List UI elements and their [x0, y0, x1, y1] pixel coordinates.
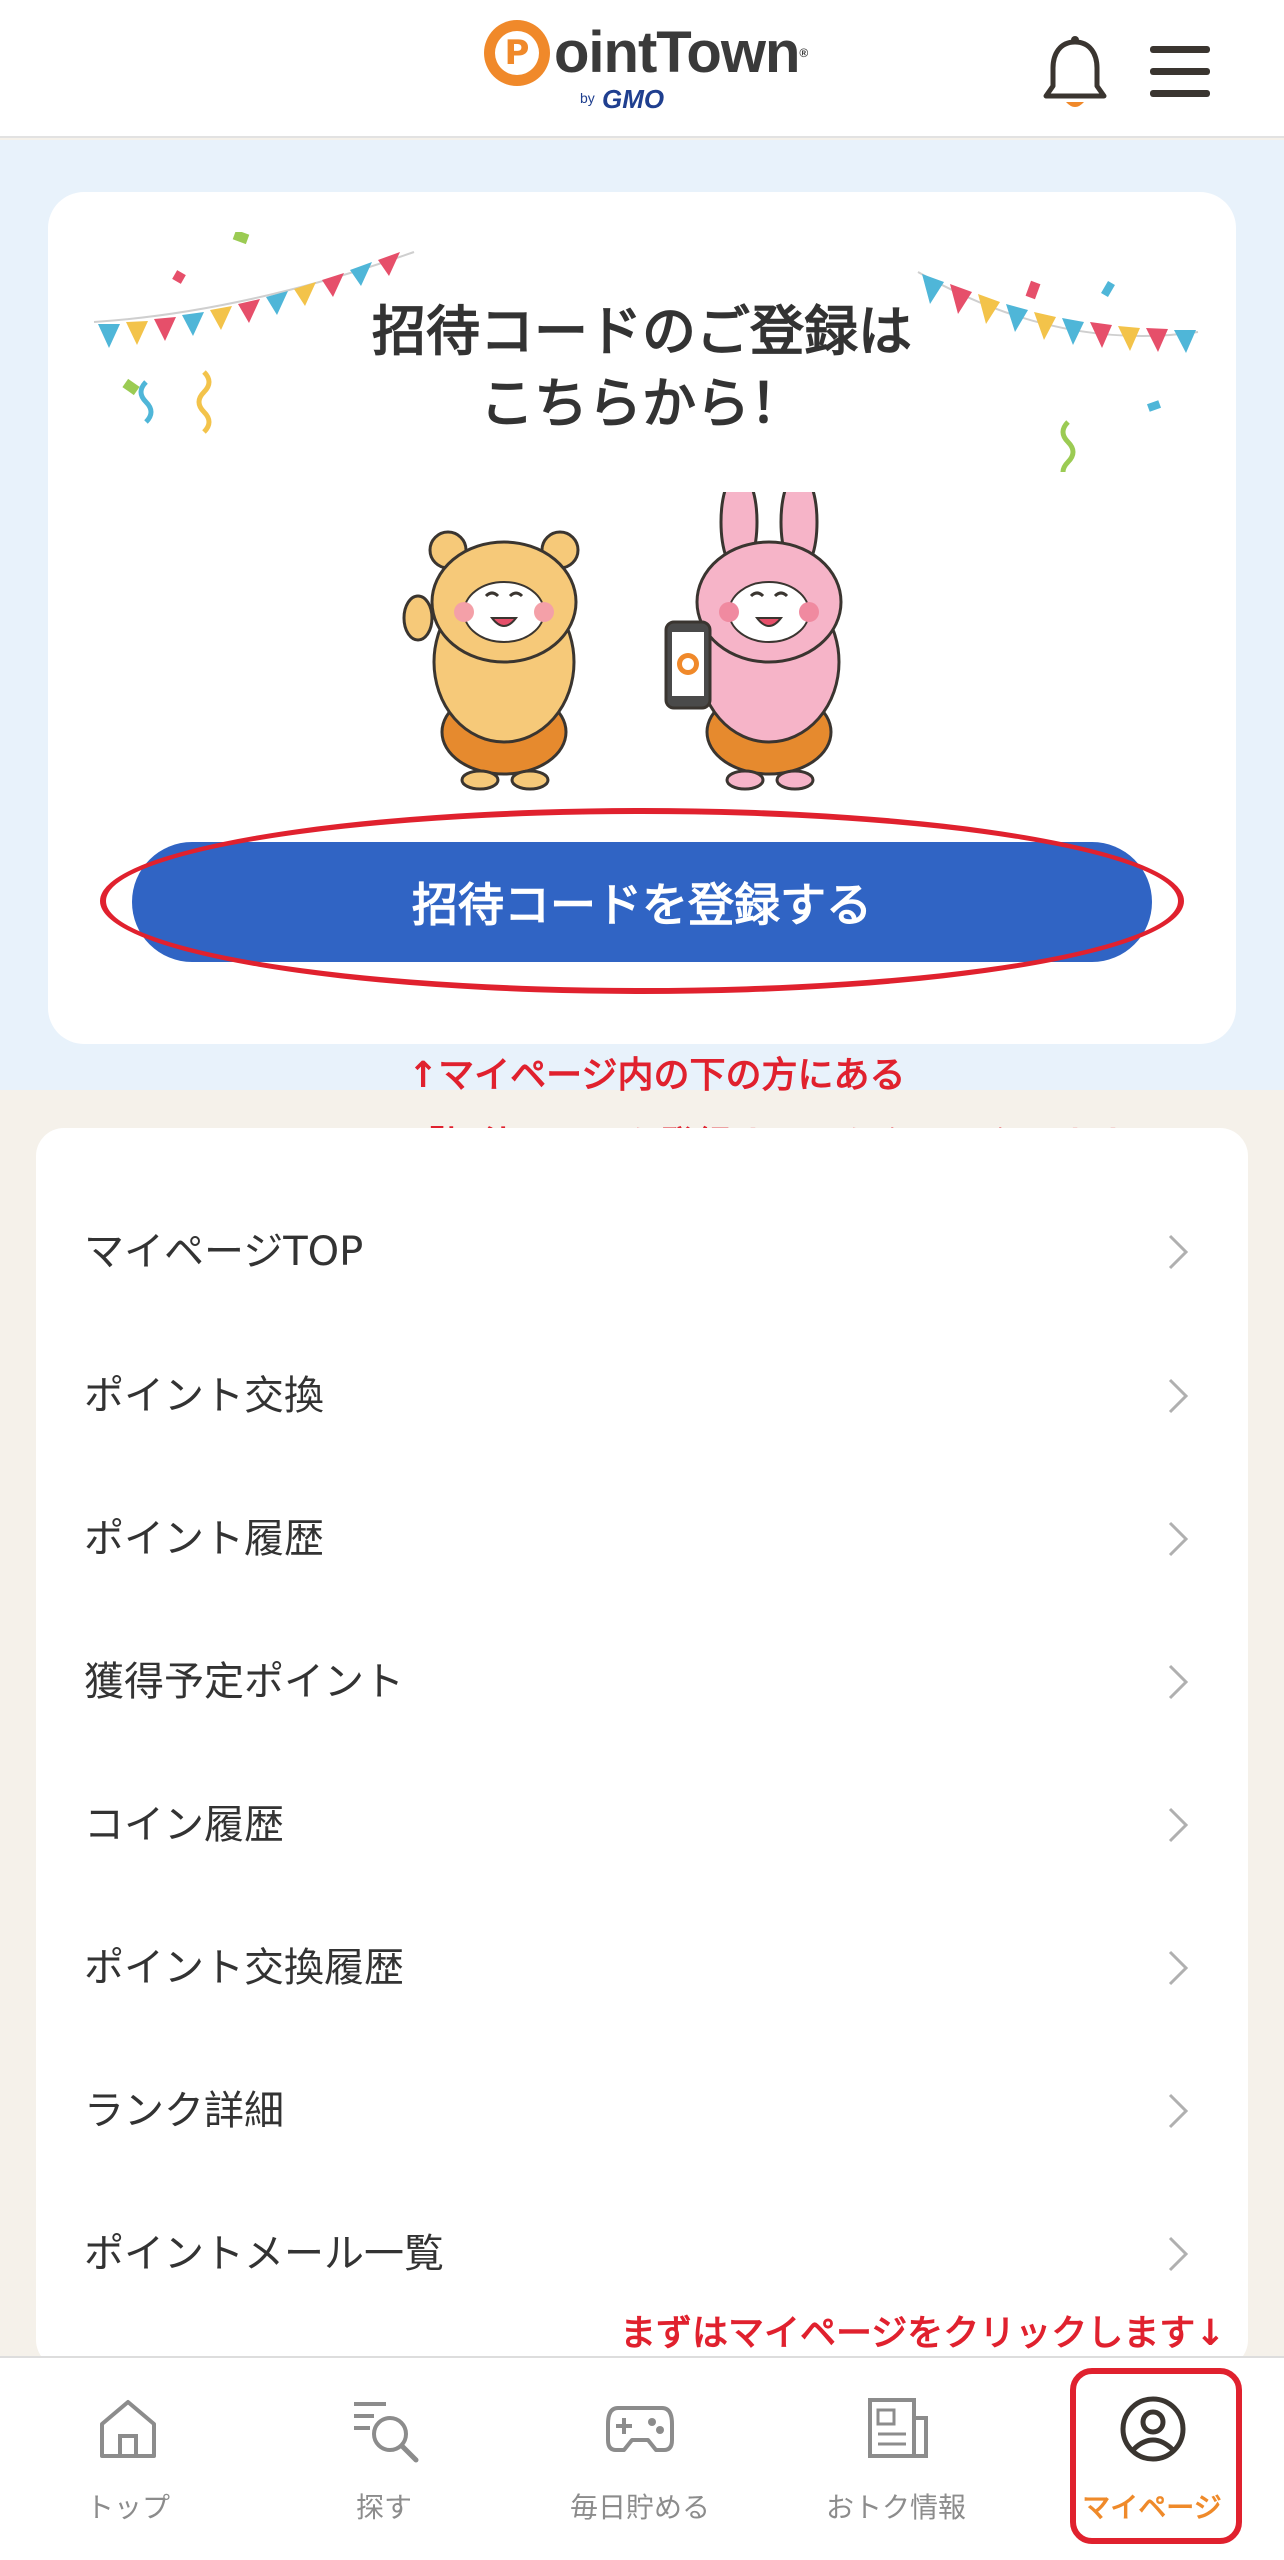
bell-icon[interactable] [1040, 34, 1110, 114]
menu-item-label: ポイントメール一覧 [84, 2231, 444, 2277]
logo-p-mark: P [484, 20, 550, 86]
home-icon [100, 2400, 156, 2458]
nav-item-search[interactable]: 探す [256, 2358, 512, 2560]
menu-item-label: ポイント履歴 [84, 1516, 324, 1562]
menu-item-label: コイン履歴 [84, 1802, 284, 1848]
newspaper-icon [868, 2398, 928, 2458]
chevron-right-icon [1168, 2093, 1189, 2129]
menu-item-point-exchange[interactable]: ポイント交換 [36, 1324, 1248, 1468]
bear-mascot [402, 530, 580, 791]
highlight-register-button-annotation [100, 808, 1184, 994]
invite-title-line1: 招待コードのご登録は [372, 300, 912, 363]
menu-item-label: 獲得予定ポイント [84, 1659, 404, 1705]
menu-item-mypage-top[interactable]: マイページTOP [36, 1180, 1248, 1324]
logo-by-text: by [580, 90, 595, 106]
chevron-right-icon [1168, 2236, 1189, 2272]
nav-label: トップ [85, 2491, 170, 2524]
menu-item-pending-points[interactable]: 獲得予定ポイント [36, 1610, 1248, 1754]
chevron-right-icon [1168, 1378, 1189, 1414]
logo-gmo-text: GMO [602, 84, 665, 114]
chevron-right-icon [1168, 1664, 1189, 1700]
pointtown-logo[interactable]: P ointTown® by GMO [480, 16, 810, 120]
menu-item-point-history[interactable]: ポイント履歴 [36, 1467, 1248, 1611]
nav-label: 探す [355, 2491, 412, 2524]
highlight-mypage-annotation [1070, 2368, 1242, 2544]
chevron-right-icon [1168, 1234, 1189, 1270]
logo-wordmark: ointTown® [554, 20, 808, 85]
chevron-right-icon [1168, 1950, 1189, 1986]
arrow-up-note: ↑マイページ内の下の方にある [408, 1055, 906, 1096]
nav-item-top[interactable]: トップ [0, 2358, 256, 2560]
nav-item-deals[interactable]: おトク情報 [768, 2358, 1024, 2560]
menu-item-label: ポイント交換履歴 [84, 1945, 404, 1991]
invite-title-line2: こちらから！ [480, 372, 804, 435]
menu-item-label: マイページTOP [84, 1229, 364, 1275]
gamepad-icon [606, 2406, 674, 2452]
rabbit-mascot [664, 492, 843, 791]
nav-label: 毎日貯める [569, 2491, 710, 2524]
chevron-right-icon [1168, 1521, 1189, 1557]
menu-item-label: ポイント交換 [84, 1373, 324, 1419]
mascot-characters-illustration [402, 492, 843, 791]
app-header: P ointTown® by GMO [0, 0, 1284, 138]
click-mypage-note: まずはマイページをクリックします↓ [620, 2313, 1226, 2354]
invite-title: 招待コードのご登録は こちらから！ [48, 296, 1236, 440]
nav-label: おトク情報 [825, 2491, 966, 2524]
menu-item-exchange-history[interactable]: ポイント交換履歴 [36, 1896, 1248, 2040]
mypage-menu-list: マイページTOP ポイント交換 ポイント履歴 獲得予定ポイント コイン履歴 ポイ… [36, 1128, 1248, 2368]
search-list-icon [354, 2402, 419, 2463]
menu-item-label: ランク詳細 [84, 2088, 284, 2134]
nav-item-daily-earn[interactable]: 毎日貯める [512, 2358, 768, 2560]
chevron-right-icon [1168, 1807, 1189, 1843]
menu-item-rank-details[interactable]: ランク詳細 [36, 2039, 1248, 2183]
menu-item-coin-history[interactable]: コイン履歴 [36, 1753, 1248, 1897]
hamburger-menu-icon[interactable] [1150, 44, 1214, 98]
